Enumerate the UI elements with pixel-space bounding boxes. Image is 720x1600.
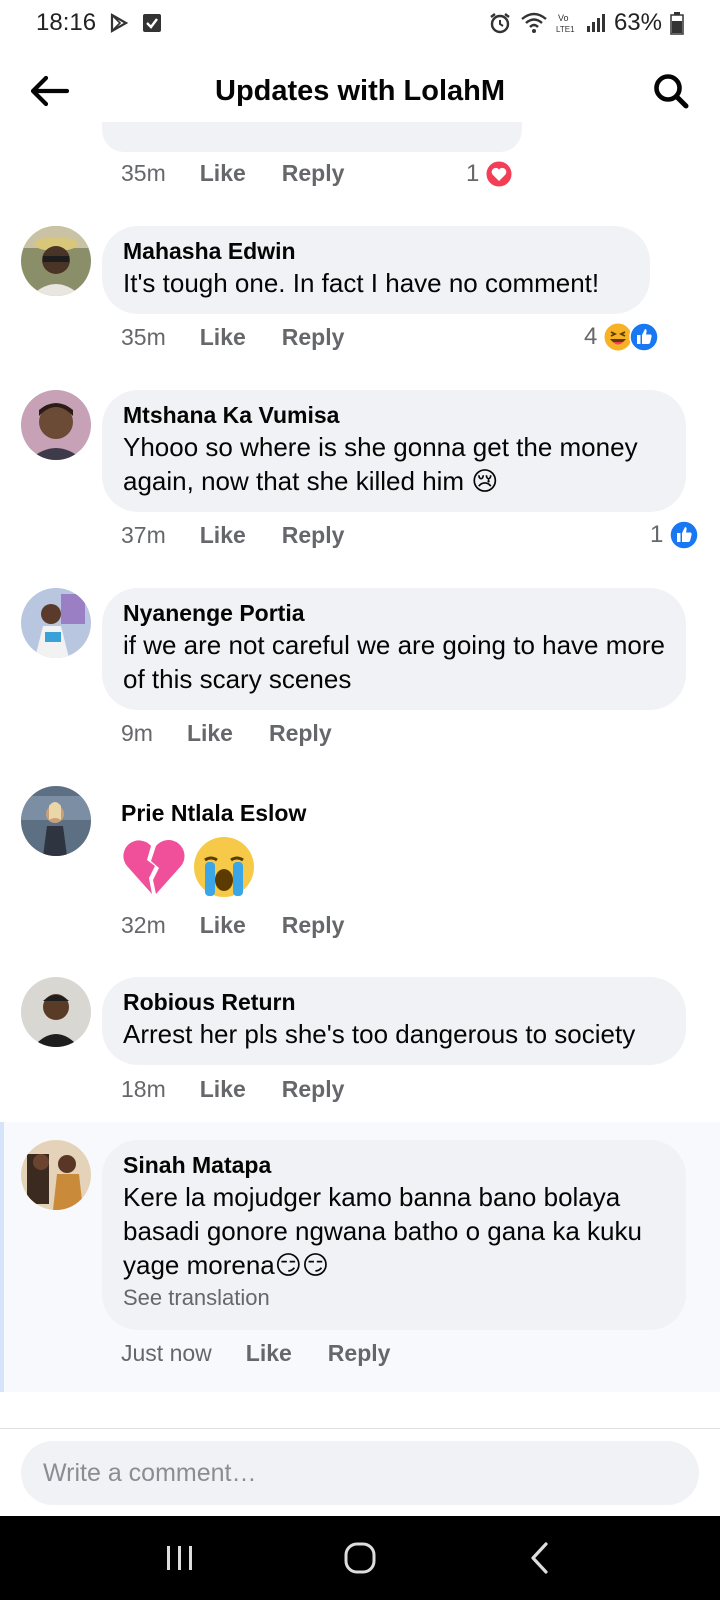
avatar-mtshana-ka-vumisa[interactable] — [21, 390, 91, 460]
comment-meta: 32m Like Reply — [121, 912, 344, 939]
emoji-comment — [121, 834, 257, 905]
comments-feed[interactable]: 35m Like Reply 1 Mahasha Edwin It's toug… — [0, 122, 720, 1424]
comment-time: 18m — [121, 1076, 166, 1102]
search-button[interactable] — [648, 70, 694, 112]
comment-time: Just now — [121, 1340, 212, 1366]
broken-heart-emoji — [123, 839, 185, 894]
svg-text:LTE1: LTE1 — [556, 25, 575, 34]
avatar-robious-return[interactable] — [21, 977, 91, 1047]
love-reaction-icon — [485, 160, 513, 188]
comment-bubble[interactable]: Mahasha Edwin It's tough one. In fact I … — [102, 226, 650, 314]
battery-percent: 63% — [613, 9, 662, 36]
system-navigation-bar — [0, 1516, 720, 1600]
comment-author[interactable]: Sinah Matapa — [123, 1150, 666, 1180]
comment-author[interactable]: Mahasha Edwin — [123, 236, 630, 266]
avatar-sinah-matapa[interactable] — [21, 1140, 91, 1210]
reaction-summary[interactable]: 4 — [584, 322, 660, 352]
like-button[interactable]: Like — [200, 912, 246, 939]
comment-text: Yhooo so where is she gonna get the mone… — [123, 432, 638, 496]
like-button[interactable]: Like — [246, 1340, 292, 1367]
wifi-icon — [520, 12, 548, 34]
comment-composer-bar — [0, 1428, 720, 1516]
check-box-icon — [142, 13, 162, 33]
loudly-crying-emoji — [194, 837, 255, 897]
page-title: Updates with LolahM — [215, 74, 505, 107]
comment-meta: 18m Like Reply — [121, 1076, 344, 1103]
comment-text: Arrest her pls she's too dangerous to so… — [123, 1019, 636, 1049]
comment-author[interactable]: Prie Ntlala Eslow — [121, 798, 306, 828]
recent-apps-icon — [167, 1546, 192, 1570]
like-button[interactable]: Like — [187, 720, 233, 747]
comment-time: 32m — [121, 912, 166, 938]
reply-button[interactable]: Reply — [282, 160, 345, 187]
signal-icon — [586, 12, 606, 34]
comment-time: 35m — [121, 160, 166, 186]
comment-input[interactable] — [21, 1441, 699, 1505]
comment-bubble[interactable]: Mtshana Ka Vumisa Yhooo so where is she … — [102, 390, 686, 512]
comment-time: 9m — [121, 720, 153, 746]
comment-meta: 37m Like Reply — [121, 522, 344, 549]
comment-bubble-partial — [102, 122, 522, 152]
reaction-summary[interactable]: 1 — [466, 160, 513, 188]
comment-author[interactable]: Nyanenge Portia — [123, 598, 666, 628]
like-button[interactable]: Like — [200, 160, 246, 187]
alarm-icon — [488, 11, 512, 35]
like-button[interactable]: Like — [200, 1076, 246, 1103]
comment-bubble[interactable]: Sinah Matapa Kere la mojudger kamo banna… — [102, 1140, 686, 1330]
status-time: 18:16 — [36, 9, 97, 36]
reply-button[interactable]: Reply — [282, 324, 345, 351]
reply-button[interactable]: Reply — [282, 912, 345, 939]
comment-bubble[interactable]: Robious Return Arrest her pls she's too … — [102, 977, 686, 1065]
battery-icon — [670, 11, 684, 35]
back-nav-button[interactable] — [505, 1528, 575, 1588]
svg-text:Vo: Vo — [558, 13, 569, 23]
comment-meta: Just now Like Reply — [121, 1340, 390, 1367]
volte-icon: Vo LTE1 — [556, 11, 578, 35]
comment-meta: 35m Like Reply — [121, 160, 344, 187]
home-button[interactable] — [325, 1528, 395, 1588]
search-icon — [654, 74, 689, 109]
app-header: Updates with LolahM — [0, 60, 720, 122]
comment-meta: 35m Like Reply — [121, 324, 344, 351]
comment-bubble[interactable]: Nyanenge Portia if we are not careful we… — [102, 588, 686, 710]
comment-meta: 9m Like Reply — [121, 720, 332, 747]
reaction-count: 1 — [650, 521, 664, 548]
arrow-left-icon — [30, 75, 69, 107]
reply-button[interactable]: Reply — [282, 522, 345, 549]
home-icon — [344, 1542, 376, 1574]
reaction-count: 4 — [584, 323, 598, 350]
avatar-mahasha-edwin[interactable] — [21, 226, 91, 296]
comment-time: 37m — [121, 522, 166, 548]
status-bar: 18:16 Vo LTE1 63% — [0, 0, 720, 46]
like-button[interactable]: Like — [200, 522, 246, 549]
comment-author[interactable]: Robious Return — [123, 987, 666, 1017]
play-store-icon — [108, 12, 130, 34]
avatar-nyanenge-portia[interactable] — [21, 588, 91, 658]
back-button[interactable] — [26, 70, 72, 112]
reaction-summary[interactable]: 1 — [650, 520, 700, 550]
comment-text: It's tough one. In fact I have no commen… — [123, 268, 600, 298]
reply-button[interactable]: Reply — [282, 1076, 345, 1103]
reaction-count: 1 — [466, 160, 480, 187]
like-reaction-icon — [629, 322, 660, 352]
comment-author[interactable]: Mtshana Ka Vumisa — [123, 400, 666, 430]
reply-button[interactable]: Reply — [269, 720, 332, 747]
reply-button[interactable]: Reply — [328, 1340, 391, 1367]
comment-time: 35m — [121, 324, 166, 350]
avatar-prie-ntlala-eslow[interactable] — [21, 786, 91, 856]
comment-text: Kere la mojudger kamo banna bano bolaya … — [123, 1182, 642, 1280]
like-reaction-icon — [669, 520, 700, 550]
comment-text: if we are not careful we are going to ha… — [123, 630, 665, 694]
recent-apps-button[interactable] — [145, 1528, 215, 1588]
back-icon — [531, 1542, 548, 1574]
see-translation-link[interactable]: See translation — [123, 1282, 666, 1314]
like-button[interactable]: Like — [200, 324, 246, 351]
